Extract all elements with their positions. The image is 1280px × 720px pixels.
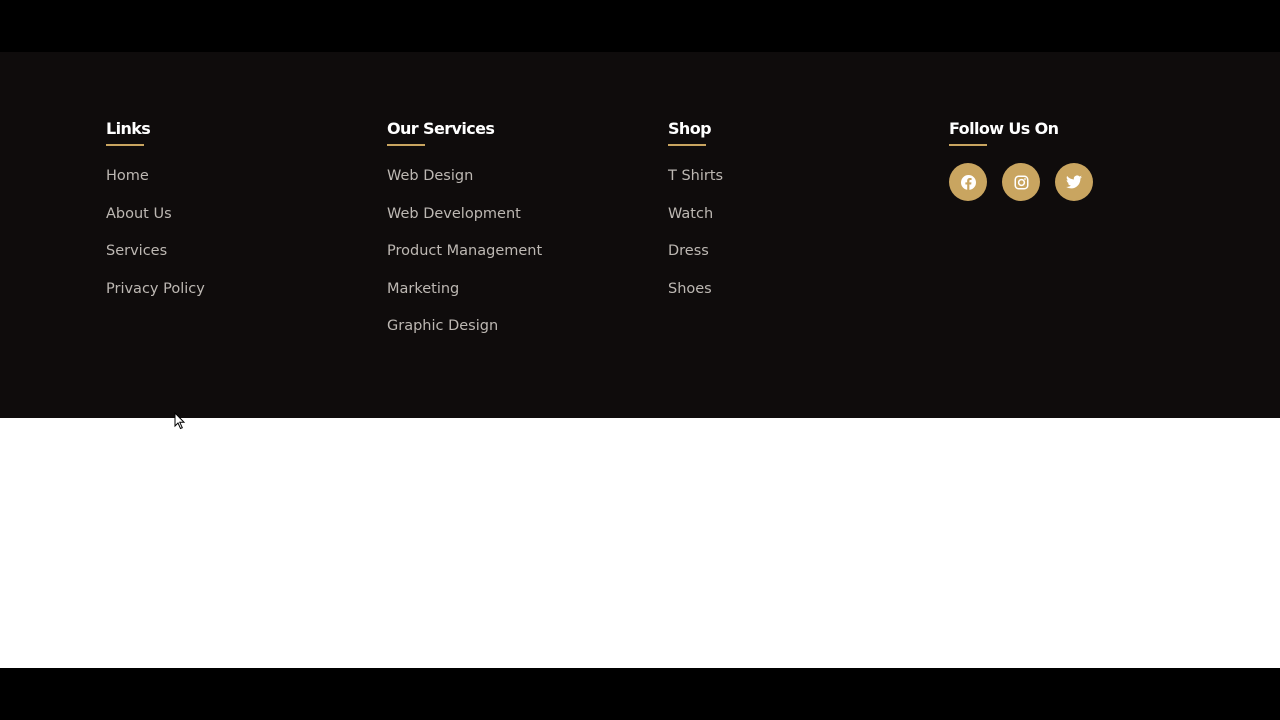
column-title: Shop bbox=[668, 119, 712, 138]
footer-link-product-management[interactable]: Product Management bbox=[387, 241, 647, 279]
footer-link-t-shirts[interactable]: T Shirts bbox=[668, 166, 928, 204]
twitter-icon bbox=[1066, 175, 1082, 189]
column-title: Our Services bbox=[387, 119, 495, 138]
link-list: Home About Us Services Privacy Policy bbox=[106, 166, 366, 316]
site-footer: Links Home About Us Services Privacy Pol… bbox=[0, 52, 1280, 418]
link-list: Web Design Web Development Product Manag… bbox=[387, 166, 647, 354]
social-links bbox=[949, 163, 1209, 201]
link-list: T Shirts Watch Dress Shoes bbox=[668, 166, 928, 316]
footer-link-watch[interactable]: Watch bbox=[668, 204, 928, 242]
title-underline bbox=[949, 144, 987, 146]
video-letterbox-bottom bbox=[0, 668, 1280, 720]
footer-column-shop: Shop T Shirts Watch Dress Shoes bbox=[668, 118, 928, 316]
footer-link-shoes[interactable]: Shoes bbox=[668, 279, 928, 317]
page-content-area bbox=[0, 418, 1280, 668]
footer-column-links: Links Home About Us Services Privacy Pol… bbox=[106, 118, 366, 316]
column-title: Follow Us On bbox=[949, 119, 1059, 138]
footer-link-web-development[interactable]: Web Development bbox=[387, 204, 647, 242]
title-underline bbox=[387, 144, 425, 146]
instagram-button[interactable] bbox=[1002, 163, 1040, 201]
footer-link-about-us[interactable]: About Us bbox=[106, 204, 366, 242]
footer-column-services: Our Services Web Design Web Development … bbox=[387, 118, 647, 354]
facebook-button[interactable] bbox=[949, 163, 987, 201]
footer-link-web-design[interactable]: Web Design bbox=[387, 166, 647, 204]
title-underline bbox=[106, 144, 144, 146]
footer-link-dress[interactable]: Dress bbox=[668, 241, 928, 279]
twitter-button[interactable] bbox=[1055, 163, 1093, 201]
footer-link-services[interactable]: Services bbox=[106, 241, 366, 279]
mouse-cursor-icon bbox=[174, 411, 186, 430]
video-letterbox-top bbox=[0, 0, 1280, 52]
footer-column-follow: Follow Us On bbox=[949, 118, 1209, 201]
footer-link-graphic-design[interactable]: Graphic Design bbox=[387, 316, 647, 354]
footer-link-home[interactable]: Home bbox=[106, 166, 366, 204]
footer-link-marketing[interactable]: Marketing bbox=[387, 279, 647, 317]
title-underline bbox=[668, 144, 706, 146]
facebook-icon bbox=[960, 174, 976, 190]
footer-link-privacy-policy[interactable]: Privacy Policy bbox=[106, 279, 366, 317]
instagram-icon bbox=[1014, 175, 1029, 190]
column-title: Links bbox=[106, 119, 151, 138]
